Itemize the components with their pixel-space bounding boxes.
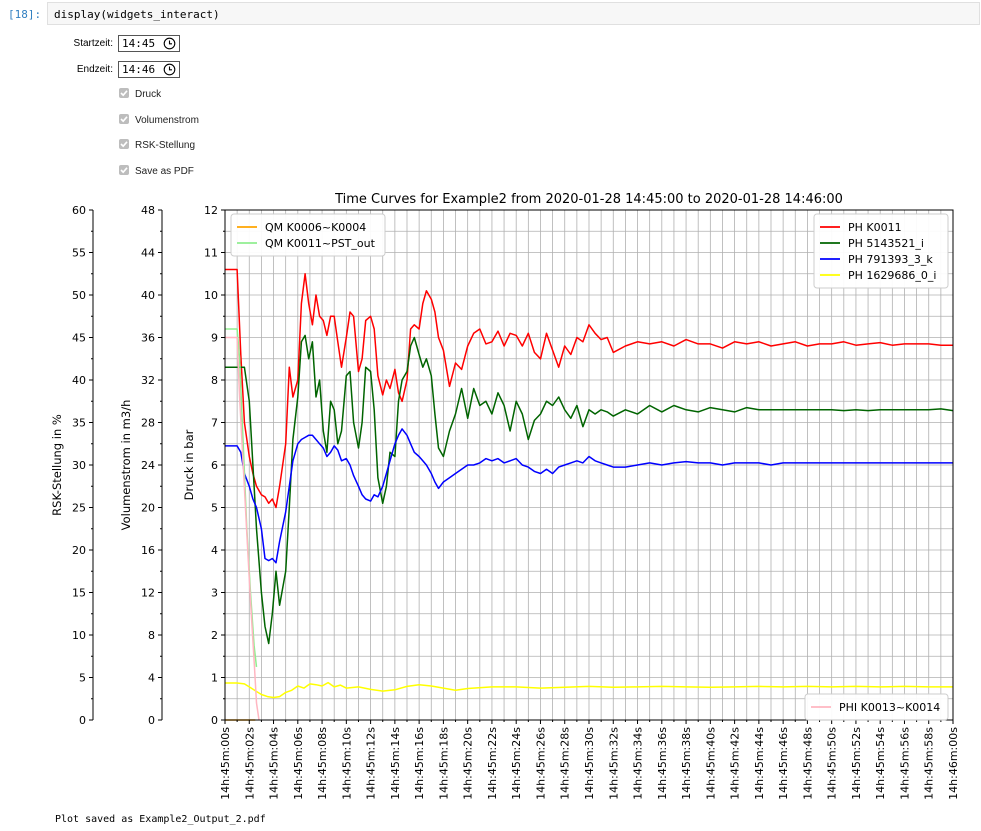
rsk-tick-label: 20 <box>72 544 86 557</box>
volumenstrom-tick-label: 4 <box>148 672 155 685</box>
volumenstrom-tick-label: 0 <box>148 714 155 727</box>
x-tick-label: 14h:45m:26s <box>534 727 547 800</box>
x-tick-label: 14h:46m:00s <box>947 727 960 800</box>
druck-legend-label: PH K0011 <box>848 221 902 234</box>
rsk-tick-label: 15 <box>72 587 86 600</box>
x-tick-label: 14h:45m:38s <box>680 727 693 800</box>
x-tick-label: 14h:45m:12s <box>365 727 378 800</box>
druck-tick-label: 8 <box>211 374 218 387</box>
rsk-tick-label: 60 <box>72 204 86 217</box>
x-tick-label: 14h:45m:44s <box>753 727 766 800</box>
druck-tick-label: 1 <box>211 672 218 685</box>
chart-title: Time Curves for Example2 from 2020-01-28… <box>334 192 843 207</box>
volumenstrom-legend-label: QM K0011~PST_out <box>265 237 376 250</box>
x-tick-label: 14h:45m:00s <box>219 727 232 800</box>
volumenstrom-axis-label: Volumenstrom in m3/h <box>119 400 133 531</box>
rsk-tick-label: 40 <box>72 374 86 387</box>
x-tick-label: 14h:45m:02s <box>243 727 256 800</box>
x-tick-label: 14h:45m:42s <box>729 727 742 800</box>
x-tick-label: 14h:45m:20s <box>462 727 475 800</box>
x-tick-label: 14h:45m:18s <box>437 727 450 800</box>
x-tick-label: 14h:45m:30s <box>583 727 596 800</box>
druck-tick-label: 3 <box>211 587 218 600</box>
rsk-tick-label: 25 <box>72 502 86 515</box>
volumenstrom-tick-label: 24 <box>141 459 155 472</box>
x-tick-label: 14h:45m:58s <box>923 727 936 800</box>
rsk-tick-label: 35 <box>72 417 86 430</box>
druck-legend-label: PH 791393_3_k <box>848 253 933 266</box>
volumenstrom-tick-label: 8 <box>148 629 155 642</box>
rsk-tick-label: 50 <box>72 289 86 302</box>
x-tick-label: 14h:45m:48s <box>801 727 814 800</box>
druck-legend-label: PH 5143521_i <box>848 237 924 250</box>
druck-tick-label: 9 <box>211 332 218 345</box>
x-tick-label: 14h:45m:50s <box>826 727 839 800</box>
x-tick-label: 14h:45m:32s <box>607 727 620 800</box>
rsk-tick-label: 10 <box>72 629 86 642</box>
rsk-legend-label: PHI K0013~K0014 <box>839 701 940 714</box>
x-tick-label: 14h:45m:54s <box>874 727 887 800</box>
volumenstrom-tick-label: 20 <box>141 502 155 515</box>
volumenstrom-tick-label: 48 <box>141 204 155 217</box>
x-tick-label: 14h:45m:08s <box>316 727 329 800</box>
rsk-tick-label: 55 <box>72 247 86 260</box>
x-tick-label: 14h:45m:46s <box>777 727 790 800</box>
volumenstrom-tick-label: 36 <box>141 332 155 345</box>
druck-legend-label: PH 1629686_0_i <box>848 269 936 282</box>
volumenstrom-tick-label: 28 <box>141 417 155 430</box>
rsk-tick-label: 5 <box>79 672 86 685</box>
x-tick-label: 14h:45m:36s <box>656 727 669 800</box>
druck-tick-label: 5 <box>211 502 218 515</box>
volumenstrom-tick-label: 40 <box>141 289 155 302</box>
x-tick-label: 14h:45m:40s <box>704 727 717 800</box>
x-tick-label: 14h:45m:28s <box>559 727 572 800</box>
druck-axis-label: Druck in bar <box>182 429 196 500</box>
save-status-message: Plot saved as Example2_Output_2.pdf <box>55 814 266 825</box>
rsk-tick-label: 30 <box>72 459 86 472</box>
druck-tick-label: 6 <box>211 459 218 472</box>
druck-tick-label: 2 <box>211 629 218 642</box>
x-tick-label: 14h:45m:56s <box>898 727 911 800</box>
volumenstrom-tick-label: 16 <box>141 544 155 557</box>
druck-tick-label: 0 <box>211 714 218 727</box>
rsk-tick-label: 45 <box>72 332 86 345</box>
druck-tick-label: 11 <box>204 247 218 260</box>
x-tick-label: 14h:45m:06s <box>292 727 305 800</box>
volumenstrom-tick-label: 44 <box>141 247 155 260</box>
rsk-tick-label: 0 <box>79 714 86 727</box>
x-tick-label: 14h:45m:34s <box>632 727 645 800</box>
rsk-axis-label: RSK-Stellung in % <box>50 414 64 516</box>
x-tick-label: 14h:45m:24s <box>510 727 523 800</box>
druck-tick-label: 10 <box>204 289 218 302</box>
volumenstrom-tick-label: 32 <box>141 374 155 387</box>
druck-tick-label: 12 <box>204 204 218 217</box>
druck-tick-label: 7 <box>211 417 218 430</box>
x-tick-label: 14h:45m:14s <box>389 727 402 800</box>
time-curves-chart: Time Curves for Example2 from 2020-01-28… <box>50 192 960 800</box>
x-tick-label: 14h:45m:22s <box>486 727 499 800</box>
volumenstrom-tick-label: 12 <box>141 587 155 600</box>
x-tick-label: 14h:45m:04s <box>268 727 281 800</box>
x-tick-label: 14h:45m:10s <box>340 727 353 800</box>
x-tick-label: 14h:45m:52s <box>850 727 863 800</box>
volumenstrom-legend-label: QM K0006~K0004 <box>265 221 366 234</box>
x-tick-label: 14h:45m:16s <box>413 727 426 800</box>
druck-tick-label: 4 <box>211 544 218 557</box>
